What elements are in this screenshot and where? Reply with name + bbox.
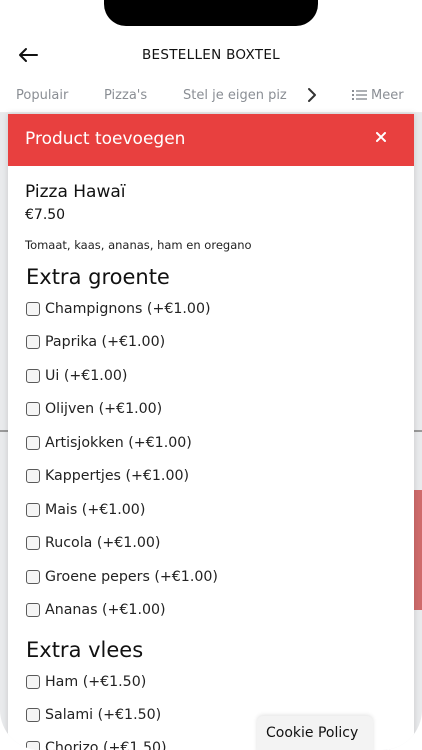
option-label: Ui (+€1.00) — [45, 368, 128, 384]
option-paprika[interactable]: Paprika (+€1.00) — [26, 332, 165, 352]
list-icon — [352, 90, 367, 100]
option-chorizo[interactable]: Chorizo (+€1.50) — [26, 738, 167, 750]
section-title-extra-groente: Extra groente — [26, 265, 170, 289]
option-salami[interactable]: Salami (+€1.50) — [26, 705, 161, 725]
section-title-extra-vlees: Extra vlees — [26, 638, 144, 662]
checkbox-icon[interactable] — [26, 503, 40, 517]
checkbox-icon[interactable] — [26, 603, 40, 617]
option-olijven[interactable]: Olijven (+€1.00) — [26, 399, 162, 419]
checkbox-icon[interactable] — [26, 469, 40, 483]
checkbox-icon[interactable] — [26, 369, 40, 383]
option-mais[interactable]: Mais (+€1.00) — [26, 500, 145, 520]
page-title: BESTELLEN BOXTEL — [142, 47, 280, 63]
option-label: Ham (+€1.50) — [45, 674, 147, 690]
option-label: Rucola (+€1.00) — [45, 535, 161, 551]
option-label: Mais (+€1.00) — [45, 502, 146, 518]
cookie-policy-label: Cookie Policy — [266, 725, 359, 741]
product-description: Tomaat, kaas, ananas, ham en oregano — [25, 238, 252, 252]
option-label: Artisjokken (+€1.00) — [45, 435, 192, 451]
checkbox-icon[interactable] — [26, 570, 40, 584]
option-label: Salami (+€1.50) — [45, 707, 162, 723]
checkbox-icon[interactable] — [26, 741, 40, 750]
option-label: Olijven (+€1.00) — [45, 401, 163, 417]
device-notch — [104, 0, 318, 26]
option-ananas[interactable]: Ananas (+€1.00) — [26, 600, 166, 620]
product-name: Pizza Hawaï — [25, 182, 126, 202]
tab-pizzas[interactable]: Pizza's — [104, 88, 147, 103]
checkbox-icon[interactable] — [26, 402, 40, 416]
cookie-policy-button[interactable]: Cookie Policy — [257, 716, 373, 750]
option-kappertjes[interactable]: Kappertjes (+€1.00) — [26, 466, 189, 486]
checkbox-icon[interactable] — [26, 302, 40, 316]
checkbox-icon[interactable] — [26, 536, 40, 550]
option-artisjokken[interactable]: Artisjokken (+€1.00) — [26, 433, 192, 453]
option-label: Ananas (+€1.00) — [45, 602, 166, 618]
option-ui[interactable]: Ui (+€1.00) — [26, 366, 127, 386]
option-label: Groene pepers (+€1.00) — [45, 569, 218, 585]
tab-stel-je-eigen[interactable]: Stel je eigen piz — [183, 88, 287, 103]
more-label: Meer — [371, 88, 404, 103]
option-label: Kappertjes (+€1.00) — [45, 468, 190, 484]
checkbox-icon[interactable] — [26, 675, 40, 689]
option-groene-pepers[interactable]: Groene pepers (+€1.00) — [26, 567, 218, 587]
category-bar: Populair Pizza's Stel je eigen piz Meer — [0, 80, 422, 113]
modal-header: Product toevoegen — [8, 114, 414, 166]
product-price: €7.50 — [25, 207, 66, 223]
option-label: Chorizo (+€1.50) — [45, 740, 167, 750]
phone-screen: BESTELLEN BOXTEL Populair Pizza's Stel j… — [0, 0, 422, 750]
page-header: BESTELLEN BOXTEL — [0, 36, 422, 76]
option-ham[interactable]: Ham (+€1.50) — [26, 672, 146, 692]
option-label: Paprika (+€1.00) — [45, 334, 166, 350]
checkbox-icon[interactable] — [26, 436, 40, 450]
more-menu-button[interactable]: Meer — [352, 88, 404, 103]
chevron-right-icon[interactable] — [304, 86, 320, 104]
option-rucola[interactable]: Rucola (+€1.00) — [26, 533, 160, 553]
option-label: Champignons (+€1.00) — [45, 301, 211, 317]
modal-title: Product toevoegen — [25, 129, 186, 149]
checkbox-icon[interactable] — [26, 708, 40, 722]
tab-populair[interactable]: Populair — [16, 88, 68, 103]
close-icon[interactable] — [376, 132, 386, 142]
option-champignons[interactable]: Champignons (+€1.00) — [26, 299, 211, 319]
checkbox-icon[interactable] — [26, 335, 40, 349]
add-product-modal: Product toevoegen Pizza Hawaï €7.50 Toma… — [8, 114, 414, 750]
